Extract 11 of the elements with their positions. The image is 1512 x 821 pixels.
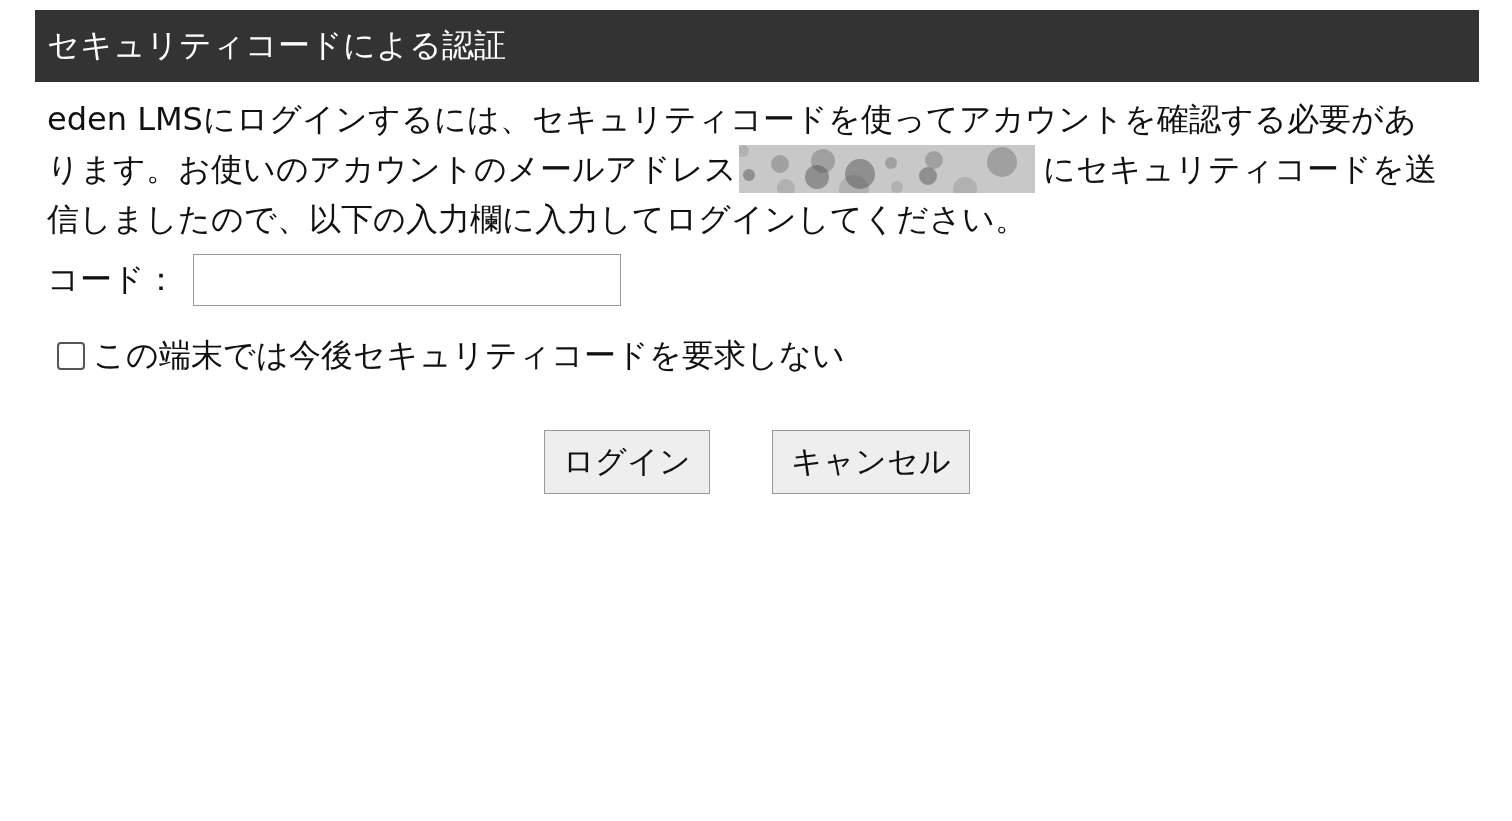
message-text: にセキュリティコードを送 [1043, 149, 1437, 190]
code-input[interactable] [193, 254, 621, 306]
message-text: 信しましたので、以下の入力欄に入力してログインしてください。 [47, 199, 1027, 240]
login-button[interactable]: ログイン [544, 430, 710, 494]
cancel-button[interactable]: キャンセル [772, 430, 970, 494]
checkbox[interactable] [57, 342, 85, 370]
code-label: コード： [47, 259, 177, 300]
dialog-title: セキュリティコードによる認証 [47, 25, 506, 66]
checkbox-label: この端末では今後セキュリティコードを要求しない [93, 335, 845, 376]
message-text: ります。お使いのアカウントのメールアドレス [47, 149, 737, 190]
message-text: eden LMSにログインするには、セキュリティコードを使ってアカウントを確認する必要があ [47, 99, 1417, 140]
